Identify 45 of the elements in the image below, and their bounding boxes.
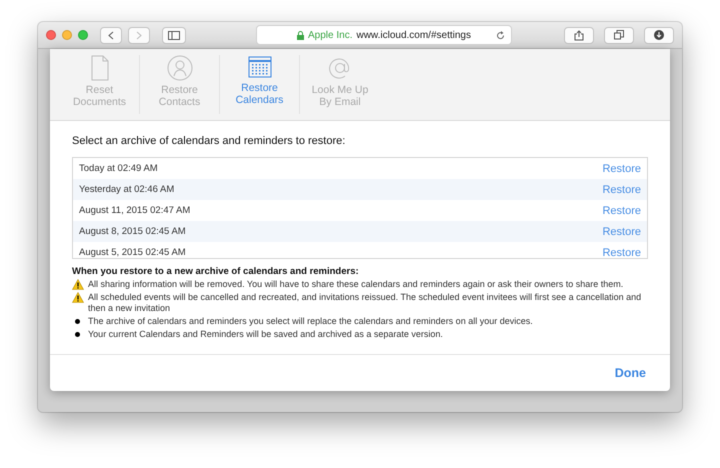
warning-icon <box>72 292 84 303</box>
share-icon <box>574 30 584 40</box>
settings-tab[interactable]: Look Me Up By Email <box>300 55 380 114</box>
prompt-text: Select an archive of calendars and reminders to restore: <box>72 135 346 147</box>
done-button[interactable]: Done <box>608 365 652 381</box>
settings-tab[interactable]: Reset Documents <box>60 55 140 114</box>
warning-icon <box>72 279 84 290</box>
bullet-icon <box>75 319 80 324</box>
note-text: Your current Calendars and Reminders will be saved and archived as a separate version. <box>88 329 443 340</box>
sidebar-button[interactable] <box>162 26 186 44</box>
note-text: The archive of calendars and reminders you select will replace the calendars and reminders on all your devices. <box>88 316 533 327</box>
notes-heading: When you restore to a new archive of calendars and reminders: <box>72 266 360 277</box>
sidebar-icon <box>168 30 180 40</box>
archive-date: August 5, 2015 02:45 AM <box>79 247 186 258</box>
archive-date: Today at 02:49 AM <box>79 163 158 174</box>
back-button[interactable] <box>100 26 122 44</box>
download-icon <box>654 30 664 40</box>
restore-link[interactable]: Restore <box>602 162 641 174</box>
document-icon <box>90 55 108 81</box>
tabs-button[interactable] <box>604 26 634 44</box>
restore-link[interactable]: Restore <box>602 204 641 216</box>
tabs-icon <box>614 30 624 40</box>
bullet-icon <box>75 332 80 337</box>
restore-link[interactable]: Restore <box>602 226 641 238</box>
note-text: All scheduled events will be cancelled and recreated, and invitations reissued. The scheduled event invitees will first see a cancellation and then a new invitation <box>88 292 642 314</box>
archive-date: Yesterday at 02:46 AM <box>79 184 174 195</box>
archive-date: August 11, 2015 02:47 AM <box>79 205 190 216</box>
person-icon <box>166 55 192 81</box>
calendar-icon <box>248 55 272 79</box>
address-field[interactable]: Apple Inc. www.icloud.com/#settings <box>256 25 512 45</box>
reload-icon[interactable] <box>496 30 505 40</box>
note-text: All sharing information will be removed. You will have to share these calendars and reminders again or ask their owners to share them. <box>88 279 624 290</box>
download-button[interactable] <box>644 26 674 44</box>
restore-link[interactable]: Restore <box>602 246 641 258</box>
close-button[interactable] <box>46 30 56 40</box>
url-text: www.icloud.com/#settings <box>356 30 471 40</box>
lock-icon <box>297 30 304 40</box>
share-button[interactable] <box>564 26 594 44</box>
chevron-right-icon <box>136 30 142 40</box>
chevron-left-icon <box>108 30 114 40</box>
site-owner: Apple Inc. <box>308 30 352 40</box>
restore-link[interactable]: Restore <box>602 184 641 196</box>
archive-date: August 8, 2015 02:45 AM <box>79 226 186 237</box>
settings-tab[interactable]: Restore Contacts <box>140 55 220 114</box>
settings-tab[interactable]: Restore Calendars <box>220 55 300 114</box>
